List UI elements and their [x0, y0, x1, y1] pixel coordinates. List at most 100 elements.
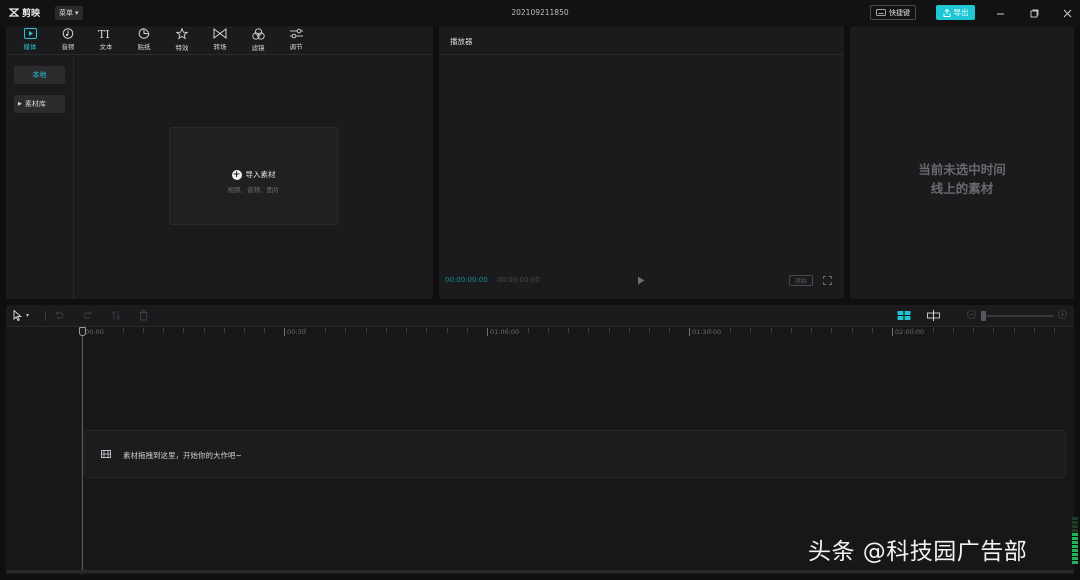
ruler-minor-tick [851, 328, 853, 333]
export-label: 导出 [953, 8, 969, 17]
aspect-ratio-button[interactable]: 原始 [789, 275, 813, 286]
zoom-slider-track[interactable] [984, 315, 1054, 317]
tab-audio[interactable]: 音频 [54, 28, 82, 54]
tab-transition[interactable]: 转场 [206, 28, 234, 54]
ruler-minor-tick [163, 328, 164, 333]
ruler-minor-tick [568, 328, 569, 333]
tab-transition-label: 转场 [213, 43, 227, 51]
ruler-minor-tick [466, 328, 468, 333]
tab-media[interactable]: 媒体 [16, 28, 44, 54]
ruler-minor-tick [547, 328, 549, 333]
ruler-minor-tick [952, 328, 954, 333]
tab-text[interactable]: TI 文本 [92, 28, 120, 54]
timeline-drop-zone[interactable]: 素材拖拽到这里，开始你的大作吧~ [84, 430, 1066, 478]
toolbar-divider [45, 311, 46, 321]
ruler-minor-tick [183, 328, 185, 333]
tab-effects[interactable]: 特效 [168, 28, 196, 54]
tab-sticker[interactable]: 贴纸 [130, 28, 158, 54]
ruler-minor-tick [871, 328, 873, 333]
zoom-slider-handle[interactable] [981, 311, 986, 321]
properties-empty-message: 当前未选中时间 线上的素材 [850, 160, 1074, 198]
audio-icon [62, 28, 74, 39]
playhead-handle[interactable] [79, 327, 86, 336]
import-title: 导入素材 [245, 170, 276, 179]
ruler-minor-tick [264, 328, 266, 333]
ruler-minor-tick [446, 328, 448, 333]
ruler-minor-tick [1054, 328, 1055, 333]
linkage-icon[interactable] [927, 310, 940, 321]
tab-media-label: 媒体 [23, 43, 37, 51]
fullscreen-icon[interactable] [823, 276, 832, 287]
ruler-minor-tick [122, 328, 124, 333]
time-ruler[interactable]: 00:00 00:30 01:00:00 01:30:00 02:00:00 [82, 327, 1074, 339]
sidebar-item-local-label: 本地 [32, 71, 47, 79]
ruler-label: 01:00:00 [490, 328, 520, 336]
import-media-button[interactable]: + 导入素材 视频、音频、图片 [169, 127, 338, 225]
ruler-minor-tick [669, 328, 671, 333]
ruler-minor-tick [406, 328, 407, 333]
ruler-label: 01:30:00 [692, 328, 722, 336]
snap-toggle-icon[interactable] [897, 310, 911, 321]
tab-audio-label: 音频 [61, 43, 75, 51]
properties-empty-line2: 线上的素材 [930, 181, 994, 196]
ruler-minor-tick [244, 328, 245, 333]
play-icon[interactable] [637, 276, 645, 287]
filter-icon [251, 28, 265, 40]
select-tool-button[interactable]: ▾ [13, 310, 29, 321]
delete-icon[interactable] [139, 310, 148, 321]
tab-filter[interactable]: 滤镜 [244, 28, 272, 54]
ruler-minor-tick [203, 328, 205, 333]
ruler-minor-tick [1013, 328, 1015, 333]
redo-icon[interactable] [83, 310, 93, 320]
zoom-out-icon[interactable] [967, 310, 976, 319]
properties-panel: 当前未选中时间 线上的素材 [850, 26, 1074, 299]
caret-right-icon: ▶ [18, 101, 22, 107]
audio-level-meter [1072, 517, 1078, 567]
ruler-minor-tick [507, 328, 509, 333]
sticker-icon [138, 28, 150, 39]
ruler-minor-tick [426, 328, 428, 333]
tab-sticker-label: 贴纸 [137, 43, 151, 51]
ruler-minor-tick [790, 328, 792, 333]
ruler-minor-tick [588, 328, 590, 333]
restore-icon[interactable] [1027, 6, 1041, 20]
import-title-row: + 导入素材 [170, 169, 337, 180]
ruler-minor-tick [628, 328, 630, 333]
ruler-minor-tick [709, 328, 711, 333]
export-button[interactable]: 导出 [936, 5, 975, 20]
media-icon [23, 28, 37, 39]
keyboard-icon [876, 9, 886, 16]
ruler-minor-tick [102, 328, 104, 333]
ruler-label: 02:00:00 [895, 328, 925, 336]
ruler-minor-tick [912, 328, 914, 333]
minimize-icon[interactable] [993, 6, 1007, 20]
ruler-minor-tick [770, 328, 772, 333]
timeline-horizontal-scrollbar[interactable] [6, 570, 1074, 573]
sidebar-item-local[interactable]: 本地 [14, 66, 65, 84]
plus-icon: + [231, 169, 242, 180]
ruler-minor-tick [365, 328, 367, 333]
timeline-toolbar: ▾ [6, 305, 1074, 327]
ruler-minor-tick [811, 328, 812, 333]
tab-adjust[interactable]: 调节 [282, 28, 310, 54]
close-icon[interactable] [1060, 6, 1074, 20]
ruler-major-tick [689, 328, 690, 336]
ruler-minor-tick [385, 328, 387, 333]
zoom-in-icon[interactable] [1058, 310, 1067, 319]
ruler-minor-tick [730, 328, 731, 333]
current-timecode: 00:00:00:00 [445, 276, 488, 284]
svg-text:TI: TI [98, 28, 110, 39]
ruler-minor-tick [142, 328, 144, 333]
transition-icon [213, 28, 227, 39]
ruler-major-tick [284, 328, 285, 336]
ruler-minor-tick [608, 328, 610, 333]
undo-icon[interactable] [54, 310, 64, 320]
import-subtitle: 视频、音频、图片 [227, 186, 280, 194]
shortcut-button[interactable]: 快捷键 [870, 5, 916, 20]
split-icon[interactable] [111, 310, 121, 321]
sidebar-item-library[interactable]: ▶ 素材库 [14, 95, 65, 113]
cursor-icon [13, 310, 22, 321]
ruler-minor-tick [223, 328, 225, 333]
tab-adjust-label: 调节 [289, 43, 303, 51]
playhead[interactable] [82, 327, 83, 571]
